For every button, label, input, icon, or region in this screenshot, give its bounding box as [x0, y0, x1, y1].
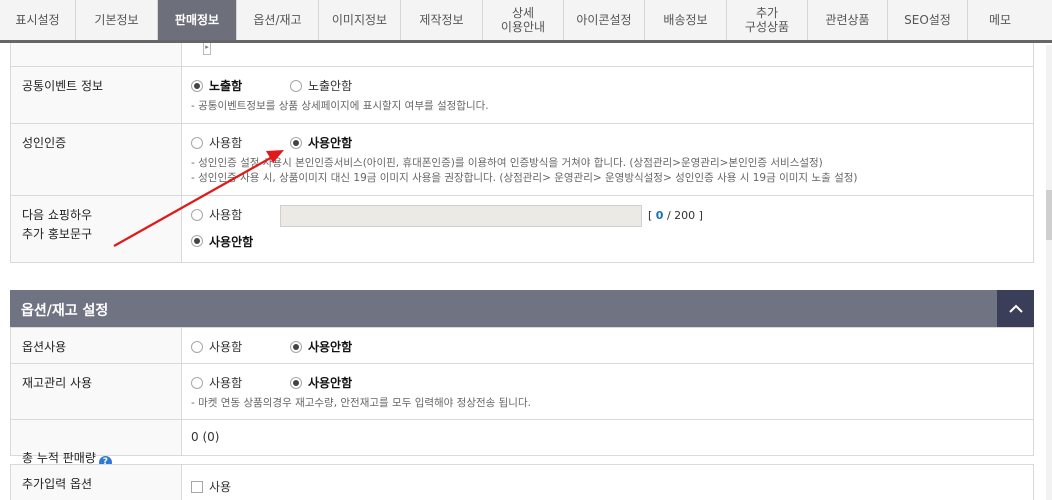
- option-section: 옵션사용 사용함 사용안함 재고관리 사용 사용함 사용안함 - 마켓 연동 상…: [10, 327, 1034, 469]
- promo-nouse-radio[interactable]: [191, 235, 203, 247]
- option-use-no-option[interactable]: 사용안함: [289, 338, 353, 355]
- promo-nouse-label: 사용안함: [209, 234, 254, 249]
- promo-content: 사용함 사용안함 [ 0 / 200 ]: [182, 196, 1033, 262]
- adult-nouse-radio[interactable]: [289, 136, 302, 149]
- extra-use-option[interactable]: 사용: [191, 478, 231, 495]
- stock-yes-radio[interactable]: [191, 376, 203, 389]
- promo-nouse-option[interactable]: 사용안함: [191, 233, 253, 250]
- option-use-content: 사용함 사용안함: [182, 328, 1033, 363]
- event-description: - 공통이벤트정보를 상품 상세페이지에 표시할지 여부를 설정합니다.: [191, 99, 489, 112]
- event-row: 공통이벤트 정보 노출함 노출안함 - 공통이벤트정보를 상품 상세페이지에 표…: [11, 66, 1033, 123]
- promo-use-label: 사용함: [209, 208, 243, 222]
- tab-icon-settings[interactable]: 아이콘설정: [564, 0, 645, 40]
- extra-section: 추가입력 옵션 사용: [10, 464, 1034, 500]
- promo-text-input[interactable]: [280, 205, 642, 227]
- promo-row: 다음 쇼핑하우 추가 홍보문구 사용함 사용안함 [ 0 / 200 ]: [11, 195, 1033, 262]
- sales-section: 공통이벤트 정보 노출함 노출안함 - 공통이벤트정보를 상품 상세페이지에 표…: [10, 66, 1034, 263]
- adult-nouse-option[interactable]: 사용안함: [289, 134, 353, 151]
- stock-no-option[interactable]: 사용안함: [289, 374, 353, 391]
- total-sales-row: 총 누적 판매량? 0 (0): [11, 419, 1033, 469]
- option-use-label: 옵션사용: [11, 328, 182, 363]
- adult-nouse-label: 사용안함: [307, 136, 353, 150]
- extra-row: 추가입력 옵션 사용: [11, 464, 1033, 500]
- stock-content: 사용함 사용안함 - 마켓 연동 상품의경우 재고수량, 안전재고를 모두 입력…: [182, 364, 1033, 419]
- page-scrollbar-thumb[interactable]: [1046, 190, 1052, 240]
- play-icon: ▸: [203, 43, 211, 55]
- chevron-up-icon: [1008, 304, 1023, 313]
- adult-row: 성인인증 사용함 사용안함 - 성인인증 설정 사용시 본인인증서비스(아이핀,…: [11, 123, 1033, 195]
- stock-row: 재고관리 사용 사용함 사용안함 - 마켓 연동 상품의경우 재고수량, 안전재…: [11, 363, 1033, 419]
- stock-yes-option[interactable]: 사용함: [191, 374, 242, 391]
- adult-label: 성인인증: [11, 124, 182, 195]
- event-show-radio[interactable]: [191, 79, 203, 92]
- option-section-header: 옵션/재고 설정: [10, 290, 1034, 327]
- adult-use-radio[interactable]: [191, 136, 203, 149]
- option-use-yes-label: 사용함: [209, 340, 243, 354]
- page-scrollbar[interactable]: [1046, 45, 1052, 500]
- total-sales-label-cell: 총 누적 판매량?: [11, 420, 182, 469]
- partial-row-label: [11, 43, 182, 66]
- counter-open: [: [648, 209, 653, 222]
- counter-max: / 200 ]: [666, 209, 703, 222]
- tab-image-info[interactable]: 이미지정보: [319, 0, 401, 40]
- total-sales-content: 0 (0): [182, 420, 1033, 455]
- adult-description-1: - 성인인증 설정 사용시 본인인증서비스(아이핀, 휴대폰인증)를 이용하여 …: [191, 156, 823, 169]
- tab-additional-products[interactable]: 추가 구성상품: [727, 0, 808, 40]
- promo-use-option[interactable]: 사용함: [191, 206, 242, 223]
- tab-bar: 표시설정 기본정보 판매정보 옵션/재고 이미지정보 제작정보 상세 이용안내 …: [0, 0, 1052, 43]
- promo-char-counter: [ 0 / 200 ]: [648, 209, 703, 222]
- extra-label: 추가입력 옵션: [11, 465, 182, 500]
- event-hide-option[interactable]: 노출안함: [289, 77, 353, 94]
- tab-basic-info[interactable]: 기본정보: [76, 0, 158, 40]
- option-section-title: 옵션/재고 설정: [21, 303, 109, 319]
- option-use-no-radio[interactable]: [289, 340, 302, 353]
- tab-memo[interactable]: 메모: [968, 0, 1032, 40]
- partial-row: ▸: [10, 43, 1034, 67]
- collapse-button[interactable]: [997, 290, 1034, 327]
- option-use-row: 옵션사용 사용함 사용안함: [11, 327, 1033, 363]
- event-label: 공통이벤트 정보: [11, 67, 182, 123]
- tab-option-stock[interactable]: 옵션/재고: [237, 0, 319, 40]
- stock-no-radio[interactable]: [289, 376, 302, 389]
- event-show-label: 노출함: [209, 79, 243, 93]
- tab-production-info[interactable]: 제작정보: [401, 0, 483, 40]
- stock-label: 재고관리 사용: [11, 364, 182, 419]
- tab-seo-settings[interactable]: SEO설정: [888, 0, 968, 40]
- extra-use-label: 사용: [209, 480, 232, 494]
- tab-display-settings[interactable]: 표시설정: [0, 0, 76, 40]
- option-use-no-label: 사용안함: [307, 340, 353, 354]
- stock-yes-label: 사용함: [209, 376, 243, 390]
- event-show-option[interactable]: 노출함: [191, 77, 242, 94]
- promo-use-radio[interactable]: [191, 208, 203, 221]
- event-hide-radio[interactable]: [289, 79, 302, 92]
- tab-related-products[interactable]: 관련상품: [808, 0, 888, 40]
- adult-use-label: 사용함: [209, 136, 243, 150]
- event-content: 노출함 노출안함 - 공통이벤트정보를 상품 상세페이지에 표시할지 여부를 설…: [182, 67, 1033, 123]
- stock-description: - 마켓 연동 상품의경우 재고수량, 안전재고를 모두 입력해야 정상전송 됩…: [191, 396, 531, 409]
- extra-use-checkbox[interactable]: [191, 480, 203, 493]
- total-sales-label: 총 누적 판매량: [22, 451, 96, 465]
- adult-use-option[interactable]: 사용함: [191, 134, 242, 151]
- stock-no-label: 사용안함: [307, 376, 353, 390]
- promo-label: 다음 쇼핑하우 추가 홍보문구: [11, 196, 182, 262]
- tab-sales-info[interactable]: 판매정보: [158, 0, 237, 40]
- adult-description-2: - 성인인증 사용 시, 상품이미지 대신 19금 이미지 사용을 권장합니다.…: [191, 171, 858, 184]
- tab-shipping-info[interactable]: 배송정보: [645, 0, 727, 40]
- total-sales-value: 0 (0): [191, 430, 220, 444]
- option-use-yes-radio[interactable]: [191, 340, 203, 353]
- counter-current: 0: [655, 209, 664, 222]
- option-use-yes-option[interactable]: 사용함: [191, 338, 242, 355]
- adult-content: 사용함 사용안함 - 성인인증 설정 사용시 본인인증서비스(아이핀, 휴대폰인…: [182, 124, 1033, 195]
- extra-content: 사용: [182, 465, 1033, 500]
- event-hide-label: 노출안함: [307, 79, 353, 93]
- tab-detail-guide[interactable]: 상세 이용안내: [483, 0, 564, 40]
